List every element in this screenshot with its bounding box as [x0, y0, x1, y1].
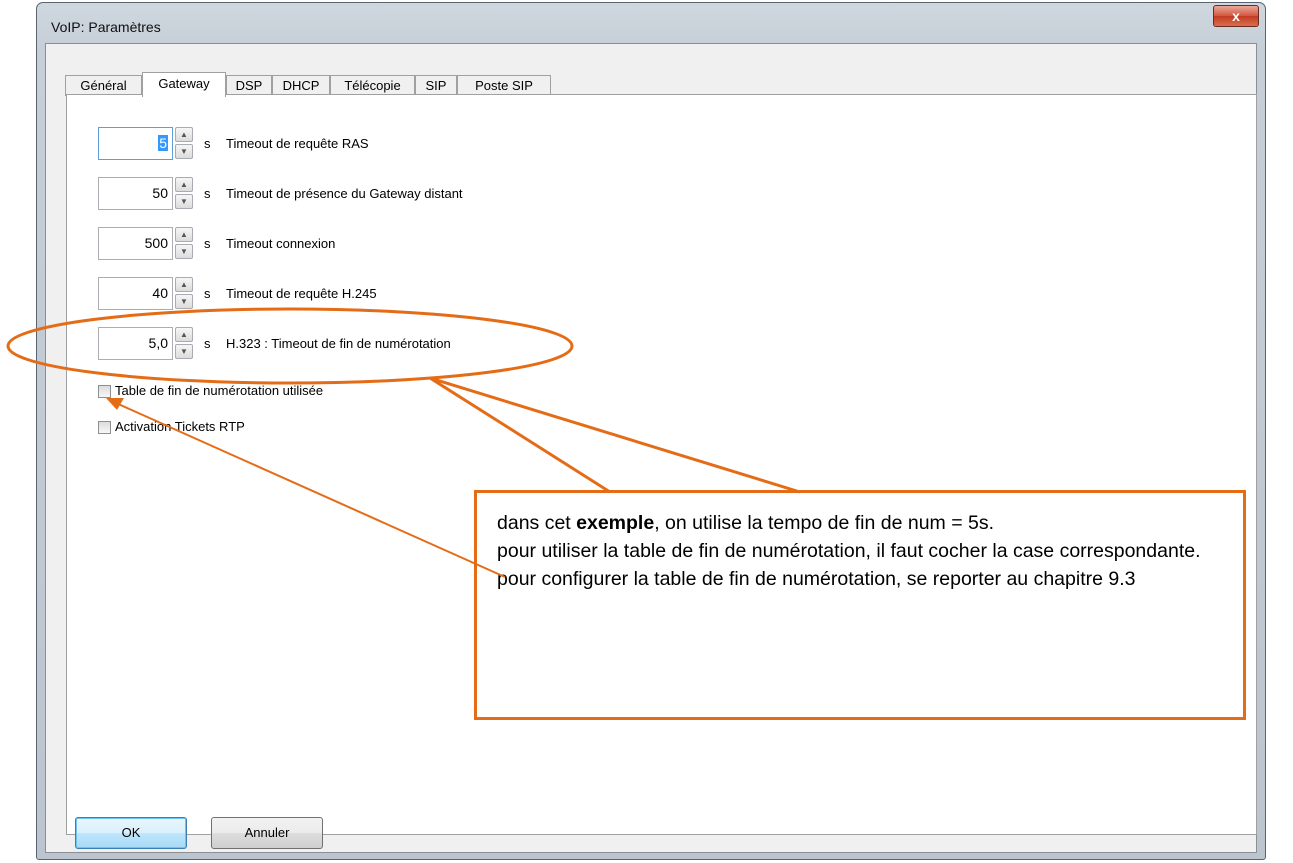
- dial-end-timeout-spinner[interactable]: ▲ ▼: [175, 327, 193, 360]
- h245-timeout-spinner[interactable]: ▲ ▼: [175, 277, 193, 310]
- dial-end-timeout-input[interactable]: 5,0: [98, 327, 173, 360]
- gateway-panel: 5 ▲ ▼ s Timeout de requête RAS 50 ▲ ▼ s …: [66, 94, 1257, 835]
- unit-label: s: [204, 286, 211, 301]
- ras-timeout-input[interactable]: 5: [98, 127, 173, 160]
- unit-label: s: [204, 136, 211, 151]
- dial-end-table-label: Table de fin de numérotation utilisée: [115, 383, 324, 398]
- spin-down-icon[interactable]: ▼: [175, 144, 193, 159]
- close-button[interactable]: x: [1213, 5, 1259, 27]
- annotation-callout: dans cet exemple, on utilise la tempo de…: [474, 490, 1246, 720]
- unit-label: s: [204, 336, 211, 351]
- tab-general[interactable]: Général: [65, 75, 142, 96]
- spin-up-icon[interactable]: ▲: [175, 277, 193, 292]
- spin-down-icon[interactable]: ▼: [175, 194, 193, 209]
- rtp-tickets-label: Activation Tickets RTP: [115, 419, 245, 434]
- unit-label: s: [204, 186, 211, 201]
- tab-sip[interactable]: SIP: [415, 75, 457, 96]
- tab-telecopie[interactable]: Télécopie: [330, 75, 415, 96]
- spin-down-icon[interactable]: ▼: [175, 344, 193, 359]
- connection-timeout-label: Timeout connexion: [226, 236, 336, 251]
- spin-up-icon[interactable]: ▲: [175, 177, 193, 192]
- window-title: VoIP: Paramètres: [51, 19, 161, 35]
- annotation-line1: dans cet exemple, on utilise la tempo de…: [497, 512, 995, 534]
- ras-timeout-label: Timeout de requête RAS: [226, 136, 369, 151]
- dial-end-table-checkbox[interactable]: [98, 385, 111, 398]
- dial-end-timeout-label: H.323 : Timeout de fin de numérotation: [226, 336, 451, 351]
- cancel-button[interactable]: Annuler: [211, 817, 323, 849]
- annotation-line3: pour configurer la table de fin de numér…: [497, 568, 1136, 590]
- connection-timeout-input[interactable]: 500: [98, 227, 173, 260]
- tab-gateway[interactable]: Gateway: [142, 72, 226, 97]
- annotation-line2: pour utiliser la table de fin de numérot…: [497, 540, 1201, 562]
- tab-poste-sip[interactable]: Poste SIP: [457, 75, 551, 96]
- ras-timeout-spinner[interactable]: ▲ ▼: [175, 127, 193, 160]
- ok-button[interactable]: OK: [75, 817, 187, 849]
- spin-up-icon[interactable]: ▲: [175, 127, 193, 142]
- dialog-window: VoIP: Paramètres x Général Gateway DSP D…: [36, 2, 1266, 860]
- connection-timeout-spinner[interactable]: ▲ ▼: [175, 227, 193, 260]
- spin-up-icon[interactable]: ▲: [175, 227, 193, 242]
- unit-label: s: [204, 236, 211, 251]
- remote-gateway-timeout-input[interactable]: 50: [98, 177, 173, 210]
- tab-dhcp[interactable]: DHCP: [272, 75, 330, 96]
- dialog-client-area: Général Gateway DSP DHCP Télécopie SIP P…: [45, 43, 1257, 853]
- rtp-tickets-checkbox[interactable]: [98, 421, 111, 434]
- spin-down-icon[interactable]: ▼: [175, 294, 193, 309]
- remote-gateway-timeout-label: Timeout de présence du Gateway distant: [226, 186, 463, 201]
- h245-timeout-label: Timeout de requête H.245: [226, 286, 377, 301]
- remote-gateway-timeout-spinner[interactable]: ▲ ▼: [175, 177, 193, 210]
- spin-up-icon[interactable]: ▲: [175, 327, 193, 342]
- tab-dsp[interactable]: DSP: [226, 75, 272, 96]
- spin-down-icon[interactable]: ▼: [175, 244, 193, 259]
- h245-timeout-input[interactable]: 40: [98, 277, 173, 310]
